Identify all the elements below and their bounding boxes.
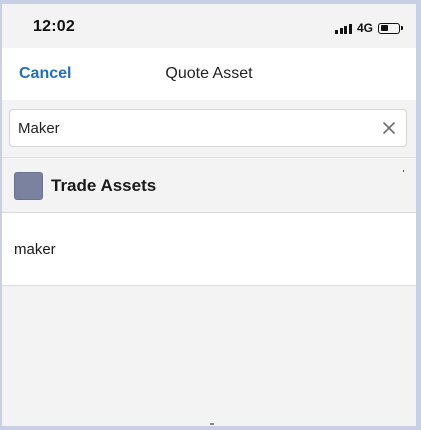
list-item-label: maker: [14, 241, 56, 258]
navigation-bar: Cancel Quote Asset: [2, 48, 416, 100]
list-item[interactable]: maker: [2, 213, 416, 286]
trade-assets-icon: [14, 172, 43, 200]
cellular-signal-icon: [335, 23, 352, 34]
results-list: maker: [2, 213, 416, 286]
close-icon[interactable]: [382, 121, 396, 135]
status-bar: 12:02 4G: [2, 4, 416, 48]
status-indicators: 4G: [335, 21, 403, 35]
home-indicator: [210, 423, 214, 425]
section-title: Trade Assets: [51, 176, 157, 195]
page-title: Quote Asset: [165, 65, 253, 82]
status-time: 12:02: [33, 18, 75, 35]
section-header: Trade Assets: [2, 157, 416, 213]
search-box[interactable]: [9, 109, 407, 147]
battery-level: [380, 25, 388, 31]
phone-screen: 12:02 4G Cancel Quote Asset Maker Trade …: [2, 4, 416, 426]
search-input[interactable]: [18, 110, 358, 146]
network-type: 4G: [356, 21, 373, 35]
divider-dot: [402, 170, 404, 172]
search-area: [2, 100, 416, 157]
battery-icon: [378, 22, 403, 34]
